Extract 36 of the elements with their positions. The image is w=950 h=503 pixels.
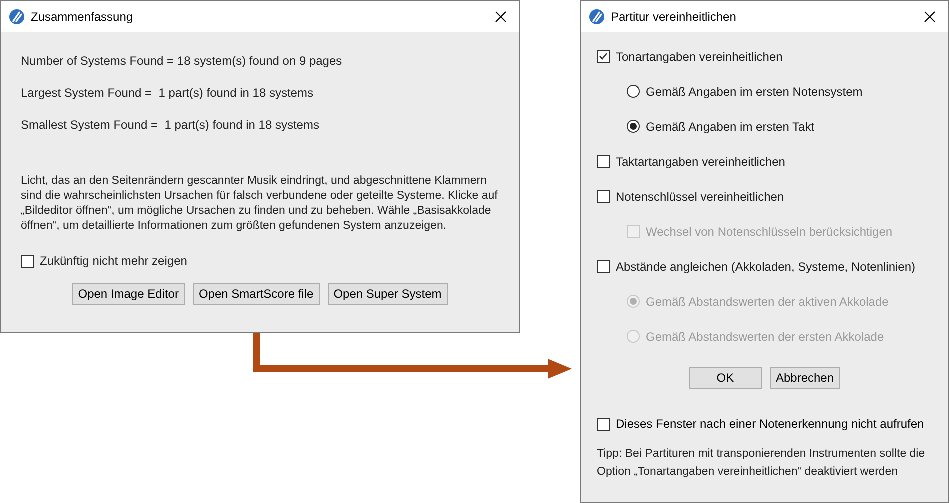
app-logo-icon <box>589 8 605 24</box>
dialog-button[interactable]: Open Image Editor <box>72 283 185 305</box>
dialog-button[interactable]: Open Super System <box>328 283 448 305</box>
option-label: Gemäß Abstandswerten der aktiven Akkolade <box>646 294 889 310</box>
dialog-button[interactable]: Abbrechen <box>770 367 840 389</box>
checkbox[interactable] <box>597 260 610 273</box>
option-label: Taktartangaben vereinheitlichen <box>616 154 786 170</box>
checkmark-icon <box>599 52 608 61</box>
option-label: Abstände angleichen (Akkoladen, Systeme, Notenlinien) <box>616 258 916 276</box>
radio-button[interactable] <box>627 85 640 98</box>
window-title: Partitur vereinheitlichen <box>611 8 736 26</box>
close-icon[interactable] <box>495 10 507 22</box>
checkbox[interactable] <box>21 254 34 268</box>
close-icon[interactable] <box>924 10 936 22</box>
option-label: Gemäß Abstandswerten der ersten Akkolade <box>646 328 884 346</box>
option-label: Gemäß Angaben im ersten Takt <box>646 118 815 136</box>
checkbox[interactable] <box>597 418 610 430</box>
info-paragraph: Licht, das an den Seitenrändern gescannter Musik eindringt, und abgeschnittene Klammern sind die wahrscheinlichsten Ursachen für falsch verbundene oder geteilte Systeme. Klicke auf „Bildeditor öffnen“, um mögliche Ursachen zu finden und zu beheben. Wähle „Basisakkolade öffnen“, um detaillierte Informationen zum größten gefundenen System anzuzeigen. <box>21 174 499 234</box>
app-logo-icon <box>9 8 25 24</box>
dialog-button[interactable]: Open SmartScore file <box>192 283 320 305</box>
radio-button[interactable] <box>627 120 640 133</box>
checkbox-label: Zukünftig nicht mehr zeigen <box>40 253 188 270</box>
result-text: Smallest System Found = 1 part(s) found in 18 systems <box>21 118 320 132</box>
result-text: Number of Systems Found = 18 system(s) found on 9 pages <box>21 54 342 68</box>
option-label: Wechsel von Notenschlüsseln berücksichtigen <box>646 224 893 240</box>
result-text: Largest System Found = 1 part(s) found in 18 systems <box>21 86 314 100</box>
checkbox[interactable] <box>597 155 610 168</box>
checkbox[interactable] <box>597 190 610 203</box>
option-label: Notenschlüssel vereinheitlichen <box>616 188 784 206</box>
option-label: Tonartangaben vereinheitlichen <box>616 48 783 66</box>
window-title: Zusammenfassung <box>31 8 134 26</box>
option-label: Gemäß Angaben im ersten Notensystem <box>646 84 863 100</box>
tip-text: Tipp: Bei Partituren mit transponierenden Instrumenten sollte die Option „Tonartangaben vereinheitlichen“ deaktiviert werden <box>597 447 926 480</box>
dialog-button[interactable]: OK <box>688 367 762 389</box>
checkbox-label: Dieses Fenster nach einer Notenerkennung nicht aufrufen <box>616 416 924 433</box>
checkbox[interactable] <box>597 50 610 63</box>
